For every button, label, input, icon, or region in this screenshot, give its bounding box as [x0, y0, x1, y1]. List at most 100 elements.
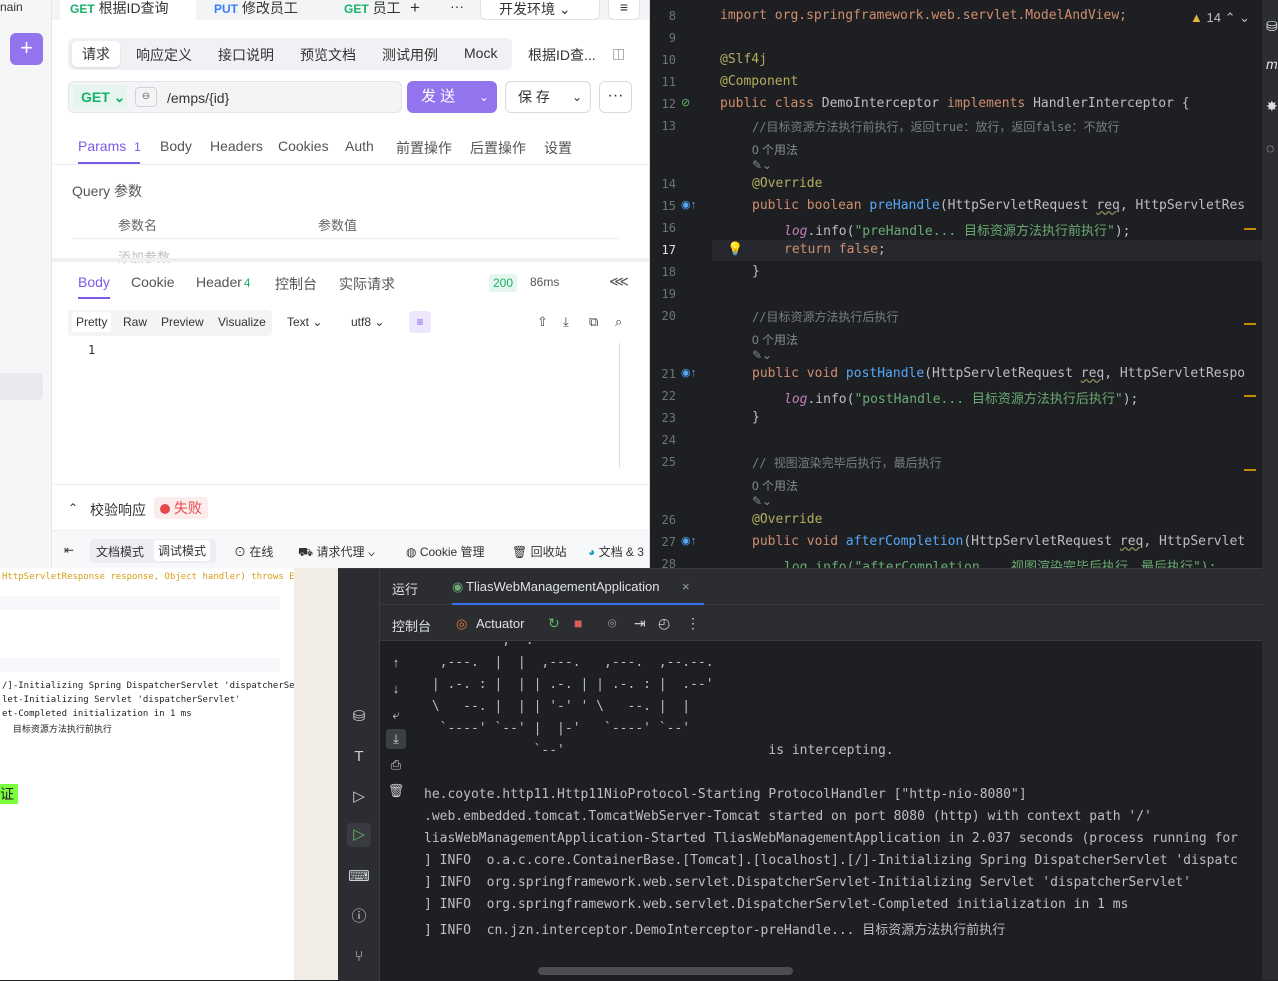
add-param-input[interactable]: 添加参数	[118, 247, 170, 266]
new-tab-button[interactable]: +	[410, 0, 420, 20]
soft-wrap-icon[interactable]: ⤶	[386, 705, 406, 725]
tab-app[interactable]: TliasWebManagementApplication	[466, 579, 659, 594]
console-hscrollbar[interactable]	[538, 967, 793, 975]
tab-headers[interactable]: Headers	[210, 138, 263, 154]
tab-cookies[interactable]: Cookies	[278, 138, 329, 154]
run-icon[interactable]: ▷	[347, 823, 371, 847]
subtab-preview-doc[interactable]: 预览文档	[300, 45, 356, 65]
url-input[interactable]: /emps/{id}	[167, 90, 229, 106]
print-icon[interactable]: ⎙	[386, 755, 406, 775]
stop-icon[interactable]: ■	[574, 615, 582, 631]
download-icon[interactable]: ⤓	[563, 314, 569, 330]
encoding-select[interactable]: utf8 ⌄	[351, 315, 384, 329]
tab-settings[interactable]: 设置	[544, 138, 572, 158]
more-icon[interactable]: ⋮	[686, 615, 700, 632]
chevron-down-icon[interactable]: ⌄	[1239, 10, 1250, 25]
doc-menu[interactable]: ◕ 文档 & 3	[588, 543, 644, 560]
tab-res-cookie[interactable]: Cookie	[131, 274, 175, 290]
format-select[interactable]: Text ⌄	[287, 315, 322, 329]
exit-icon[interactable]: ⇥	[634, 615, 646, 632]
mode-doc[interactable]: 文档模式	[96, 543, 144, 560]
override-icon[interactable]: ◉↑	[681, 366, 696, 379]
tab-res-body[interactable]: Body	[78, 274, 110, 290]
view-preview[interactable]: Preview	[161, 315, 204, 329]
arrow-up-icon[interactable]: ↑	[386, 653, 406, 673]
usage-hint[interactable]: 0 个用法	[752, 141, 798, 158]
more-tabs-button[interactable]: ···	[450, 0, 464, 20]
problems-icon[interactable]: ⓘ	[347, 905, 371, 929]
validate-response[interactable]: ⌃ 校验响应 失败	[52, 484, 649, 530]
resize-divider[interactable]	[52, 258, 649, 262]
subtab-mock[interactable]: Mock	[464, 45, 497, 61]
plugin-icon[interactable]: ✸	[1266, 98, 1278, 115]
tab-post-processors[interactable]: 后置操作	[470, 138, 526, 158]
view-raw[interactable]: Raw	[123, 315, 147, 329]
project-label[interactable]: nain	[0, 0, 23, 14]
tab-actuator[interactable]: Actuator	[476, 616, 524, 631]
arrow-down-icon[interactable]: ↓	[386, 679, 406, 699]
online-status[interactable]: ⊙ 在线	[234, 543, 273, 560]
database-icon[interactable]: ⛁	[347, 705, 371, 729]
cookie-manager[interactable]: ◍ Cookie 管理	[406, 543, 485, 560]
method-select[interactable]: GET ⌄	[73, 85, 127, 109]
subtab-response-def[interactable]: 响应定义	[136, 45, 192, 65]
ai-hint-icon[interactable]: ✎⌄	[752, 348, 772, 362]
send-button[interactable]: 发 送 ⌄	[407, 81, 497, 113]
usage-hint[interactable]: 0 个用法	[752, 331, 798, 348]
chat-icon[interactable]: ◌	[1266, 140, 1274, 156]
sidebar-selected-item[interactable]	[0, 373, 43, 400]
camera-icon[interactable]: ⌾	[608, 615, 616, 632]
recycle-bin[interactable]: 🗑 回收站	[512, 543, 567, 560]
inspection-widget[interactable]: ▲ 14 ⌃ ⌄	[1190, 10, 1250, 26]
code-editor[interactable]: 8 9 10 11 12 13 14 15 16 17 18 19 20 21 …	[650, 0, 1278, 568]
tab-params[interactable]: Params 1	[78, 138, 141, 154]
ai-hint-icon[interactable]: ✎⌄	[752, 158, 772, 172]
panel-toggle-icon[interactable]: ◫	[612, 45, 625, 62]
rerun-icon[interactable]: ↻	[548, 615, 560, 632]
search-icon[interactable]: ⌕	[615, 314, 622, 330]
add-button[interactable]: +	[10, 33, 43, 65]
build-icon[interactable]: T	[347, 745, 371, 769]
chevron-down-icon[interactable]: ⌄	[572, 82, 582, 112]
chevron-up-icon[interactable]: ⌃	[68, 501, 78, 515]
warning-marker[interactable]	[1244, 323, 1256, 325]
services-icon[interactable]: ▷	[347, 785, 371, 809]
dashboard-icon[interactable]: ◴	[658, 615, 670, 632]
ai-hint-icon[interactable]: ✎⌄	[752, 494, 772, 508]
tab-console[interactable]: 控制台	[392, 616, 431, 635]
chevron-up-icon[interactable]: ⌃	[1225, 10, 1236, 25]
tab-run[interactable]: 运行	[392, 579, 418, 598]
share-icon[interactable]: ⋘	[609, 273, 629, 290]
tab-pre-processors[interactable]: 前置操作	[396, 138, 452, 158]
proxy-menu[interactable]: ⛟ 请求代理 ⌄	[298, 543, 375, 561]
warning-marker[interactable]	[1244, 228, 1256, 230]
tab-res-console[interactable]: 控制台	[275, 274, 317, 294]
tab-get-by-id[interactable]: GET 根据ID查询	[60, 0, 196, 20]
environment-select[interactable]: 开发环境 ⌄	[480, 0, 600, 20]
collapse-icon[interactable]: ⇤	[64, 543, 74, 557]
tab-put-update[interactable]: PUT 修改员工	[214, 0, 298, 20]
warning-marker[interactable]	[1244, 395, 1256, 397]
warning-marker[interactable]	[1244, 469, 1256, 471]
save-button[interactable]: 保 存 ⌄	[505, 81, 591, 113]
body-scrollbar[interactable]	[619, 343, 620, 468]
bean-icon[interactable]: ⊘	[681, 96, 690, 109]
more-button[interactable]: ···	[599, 81, 632, 113]
override-icon[interactable]: ◉↑	[681, 534, 696, 547]
scroll-to-end-icon[interactable]: ⤓	[386, 729, 406, 749]
subtab-doc-title[interactable]: 根据ID查...	[528, 45, 596, 65]
maven-icon[interactable]: m	[1266, 56, 1278, 72]
menu-button[interactable]: ≡	[608, 0, 640, 20]
tab-res-actual-request[interactable]: 实际请求	[339, 274, 395, 294]
tab-auth[interactable]: Auth	[345, 138, 374, 154]
chevron-down-icon[interactable]: ⌄	[479, 81, 489, 113]
override-icon[interactable]: ◉↑	[681, 198, 696, 211]
usage-hint[interactable]: 0 个用法	[752, 477, 798, 494]
tab-get-emp[interactable]: GET 员工	[344, 0, 401, 20]
database-icon[interactable]: ⛁	[1266, 18, 1278, 35]
subtab-request[interactable]: 请求	[72, 41, 120, 67]
console-output[interactable]: ,--. ,---. | | ,---. ,---. ,--.--. | .-.…	[424, 641, 1260, 961]
tab-res-header[interactable]: Header 4	[196, 274, 251, 290]
link-icon[interactable]: ⊖	[135, 87, 157, 107]
view-pretty[interactable]: Pretty	[72, 312, 112, 332]
